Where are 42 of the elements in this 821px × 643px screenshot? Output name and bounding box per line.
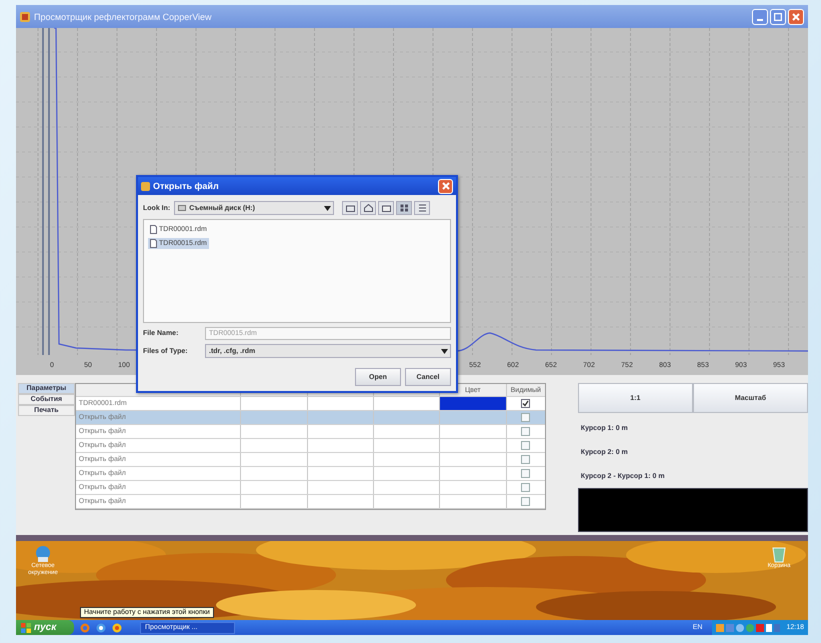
checkbox[interactable] [521,427,530,436]
checkbox[interactable] [521,483,530,492]
cursor-line[interactable] [48,28,50,355]
dropdown-arrow-icon [324,206,332,210]
app-icon [141,182,150,190]
recycle-bin-icon[interactable] [771,545,787,563]
dialog-title: Открыть файл [153,181,220,191]
minimize-button[interactable] [752,8,768,24]
windows-logo-icon [21,622,31,632]
checkbox[interactable] [521,413,530,422]
app-icon [20,12,30,22]
home-button[interactable] [360,201,376,215]
maximize-icon [774,12,782,20]
close-icon [792,12,800,20]
up-folder-button[interactable] [342,201,358,215]
checkbox[interactable] [521,497,530,506]
list-view-button[interactable] [396,201,412,215]
list-view-icon [400,204,409,212]
tray-icons-drawing[interactable] [716,622,780,632]
maximize-button[interactable] [770,8,786,24]
media-player-icon[interactable] [112,622,122,632]
checkbox[interactable] [521,441,530,450]
dropdown-arrow-icon [441,348,448,354]
close-icon [442,182,450,190]
folder-icon [382,204,391,212]
window-title: Просмотрщик рефлектограмм CopperView [34,12,213,22]
checkbox[interactable] [521,469,530,478]
home-icon [364,204,373,212]
start-button[interactable]: пуск [16,620,74,635]
color-swatch[interactable] [440,397,507,410]
checkbox[interactable] [521,455,530,464]
drive-icon [178,204,186,212]
network-icon[interactable] [33,545,53,563]
cursor-line[interactable] [42,28,44,355]
close-button[interactable] [788,8,804,24]
details-view-button[interactable] [414,201,430,215]
details-view-icon [418,204,427,212]
folder-icon [346,204,355,212]
checkbox[interactable] [521,399,530,408]
new-folder-button[interactable] [378,201,394,215]
minimize-icon [757,18,763,20]
close-button[interactable] [438,178,453,194]
